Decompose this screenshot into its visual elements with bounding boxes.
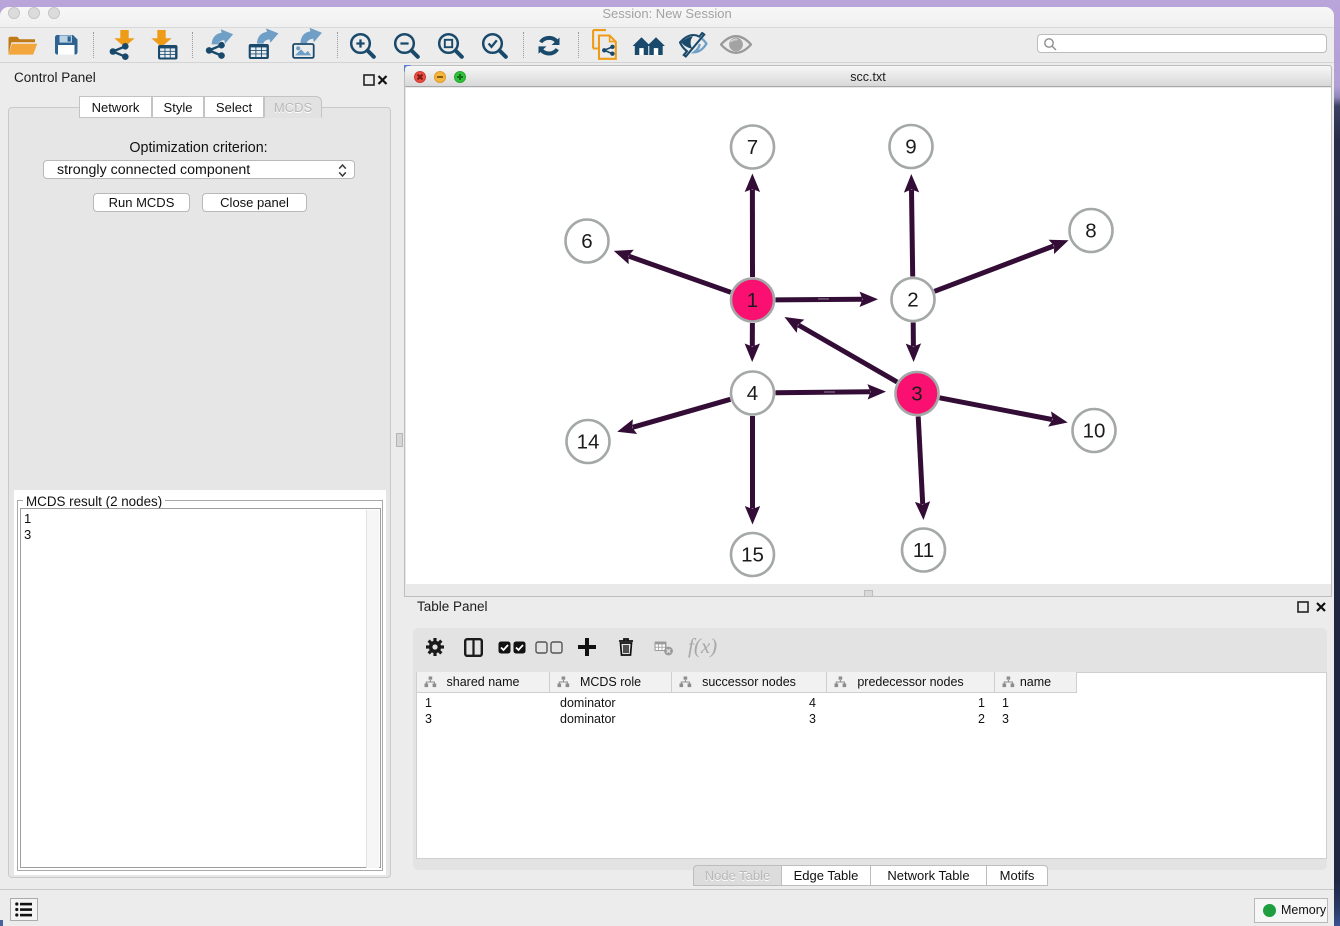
svg-text:14: 14 [577, 431, 600, 454]
svg-text:3: 3 [911, 383, 922, 406]
svg-text:8: 8 [1085, 220, 1096, 243]
svg-text:4: 4 [747, 382, 758, 405]
svg-text:7: 7 [747, 136, 758, 159]
svg-text:11: 11 [913, 539, 934, 562]
svg-text:6: 6 [581, 230, 592, 253]
svg-text:9: 9 [905, 136, 916, 159]
svg-text:1: 1 [747, 289, 758, 312]
svg-text:2: 2 [907, 289, 918, 312]
svg-text:15: 15 [741, 544, 764, 567]
svg-text:10: 10 [1083, 420, 1106, 443]
